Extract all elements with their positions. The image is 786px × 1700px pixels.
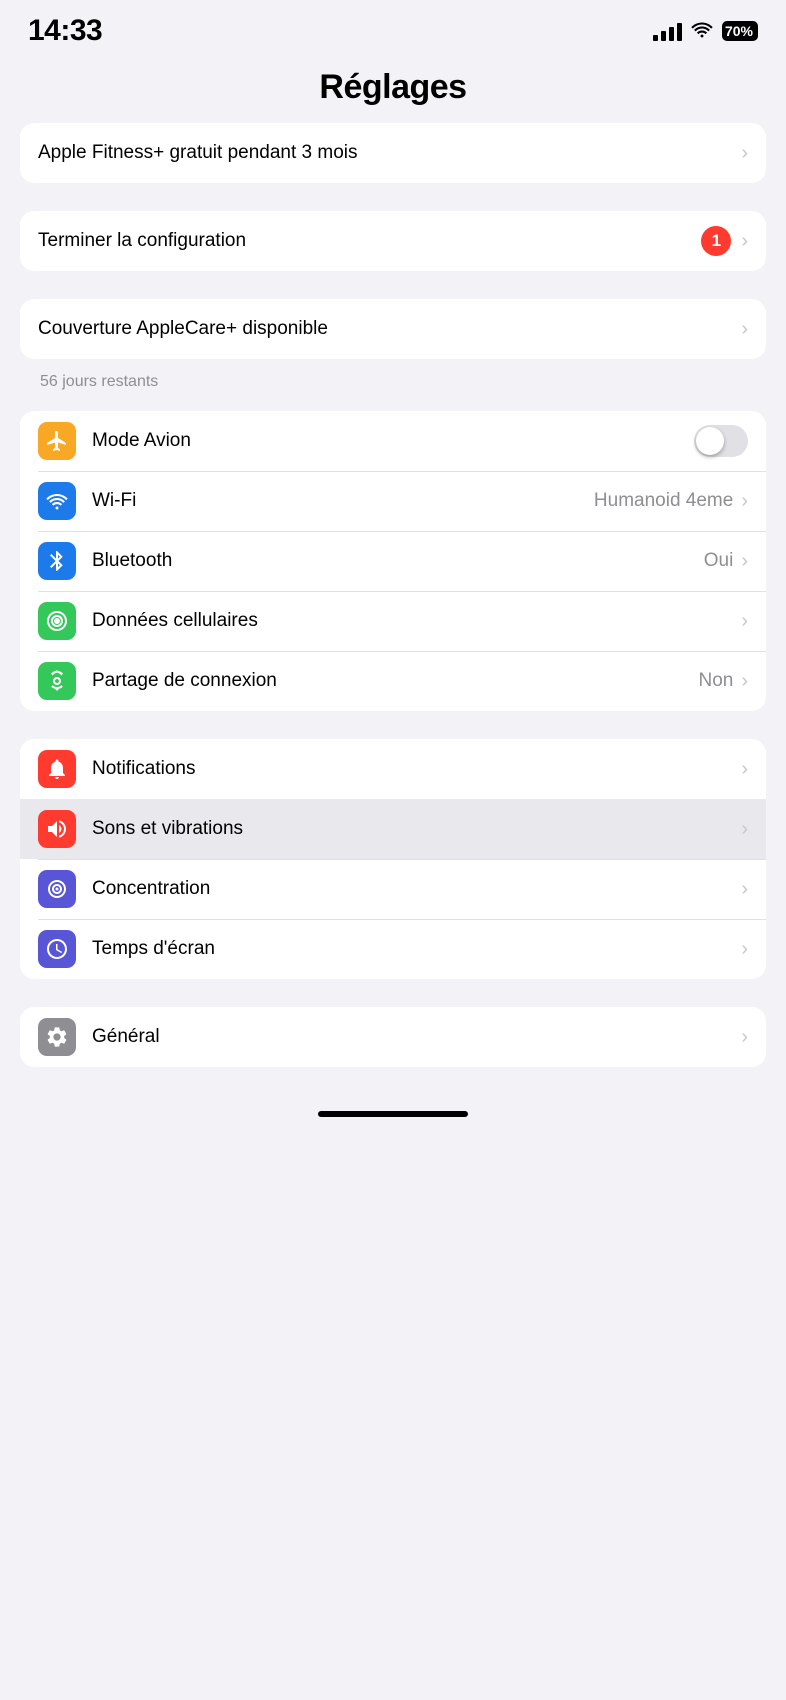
applecare-chevron-icon: › <box>741 319 748 339</box>
sounds-item[interactable]: Sons et vibrations › <box>20 799 766 859</box>
notifications-label: Notifications <box>92 758 741 780</box>
bluetooth-label: Bluetooth <box>92 550 704 572</box>
fitness-label: Apple Fitness+ gratuit pendant 3 mois <box>38 142 741 164</box>
screentime-icon <box>38 930 76 968</box>
applecare-label: Couverture AppleCare+ disponible <box>38 318 741 340</box>
screentime-chevron-icon: › <box>741 939 748 959</box>
airplane-toggle[interactable] <box>694 425 748 457</box>
cellular-item[interactable]: Données cellulaires › <box>20 591 766 651</box>
wifi-chevron-icon: › <box>741 491 748 511</box>
wifi-value: Humanoid 4eme <box>594 490 733 512</box>
hotspot-chevron-icon: › <box>741 671 748 691</box>
focus-icon <box>38 870 76 908</box>
airplane-toggle-knob <box>696 427 724 455</box>
airplane-label: Mode Avion <box>92 430 694 452</box>
hotspot-label: Partage de connexion <box>92 670 698 692</box>
wifi-item[interactable]: Wi-Fi Humanoid 4eme › <box>20 471 766 531</box>
applecare-item[interactable]: Couverture AppleCare+ disponible › <box>20 299 766 359</box>
status-bar: 14:33 70 % <box>0 0 786 58</box>
general-label: Général <box>92 1026 741 1048</box>
applecare-card[interactable]: Couverture AppleCare+ disponible › <box>20 299 766 359</box>
network-card: Mode Avion Wi-Fi Humanoid 4eme › <box>20 411 766 711</box>
notifications-item[interactable]: Notifications › <box>20 739 766 799</box>
general-icon <box>38 1018 76 1056</box>
setup-item[interactable]: Terminer la configuration 1 › <box>20 211 766 271</box>
bluetooth-icon <box>38 542 76 580</box>
hotspot-icon <box>38 662 76 700</box>
sounds-chevron-icon: › <box>741 819 748 839</box>
page-header: Réglages <box>0 58 786 123</box>
general-chevron-icon: › <box>741 1027 748 1047</box>
hotspot-value: Non <box>698 670 733 692</box>
status-time: 14:33 <box>28 14 102 48</box>
bluetooth-item[interactable]: Bluetooth Oui › <box>20 531 766 591</box>
wifi-icon <box>38 482 76 520</box>
sounds-label: Sons et vibrations <box>92 818 741 840</box>
focus-chevron-icon: › <box>741 879 748 899</box>
battery-icon: 70 % <box>722 21 758 41</box>
cellular-chevron-icon: › <box>741 611 748 631</box>
screentime-item[interactable]: Temps d'écran › <box>20 919 766 979</box>
airplane-item[interactable]: Mode Avion <box>20 411 766 471</box>
focus-item[interactable]: Concentration › <box>20 859 766 919</box>
applecare-subtitle: 56 jours restants <box>20 367 766 391</box>
setup-badge: 1 <box>701 226 731 256</box>
signal-bars-icon <box>653 21 682 41</box>
fitness-item[interactable]: Apple Fitness+ gratuit pendant 3 mois › <box>20 123 766 183</box>
wifi-status-icon <box>690 20 714 43</box>
bluetooth-value: Oui <box>704 550 734 572</box>
hotspot-item[interactable]: Partage de connexion Non › <box>20 651 766 711</box>
settings-card: Notifications › Sons et vibrations › <box>20 739 766 979</box>
sounds-icon <box>38 810 76 848</box>
setup-label: Terminer la configuration <box>38 230 701 252</box>
bluetooth-chevron-icon: › <box>741 551 748 571</box>
cellular-icon <box>38 602 76 640</box>
notifications-chevron-icon: › <box>741 759 748 779</box>
home-indicator <box>318 1111 468 1117</box>
setup-card[interactable]: Terminer la configuration 1 › <box>20 211 766 271</box>
screentime-label: Temps d'écran <box>92 938 741 960</box>
fitness-chevron-icon: › <box>741 143 748 163</box>
cellular-label: Données cellulaires <box>92 610 741 632</box>
wifi-label: Wi-Fi <box>92 490 594 512</box>
settings-content: Apple Fitness+ gratuit pendant 3 mois › … <box>0 123 786 1067</box>
focus-label: Concentration <box>92 878 741 900</box>
status-icons: 70 % <box>653 20 758 43</box>
page-title: Réglages <box>319 68 466 106</box>
fitness-card[interactable]: Apple Fitness+ gratuit pendant 3 mois › <box>20 123 766 183</box>
general-item[interactable]: Général › <box>20 1007 766 1067</box>
notifications-icon <box>38 750 76 788</box>
general-card: Général › <box>20 1007 766 1067</box>
airplane-icon <box>38 422 76 460</box>
setup-chevron-icon: › <box>741 231 748 251</box>
